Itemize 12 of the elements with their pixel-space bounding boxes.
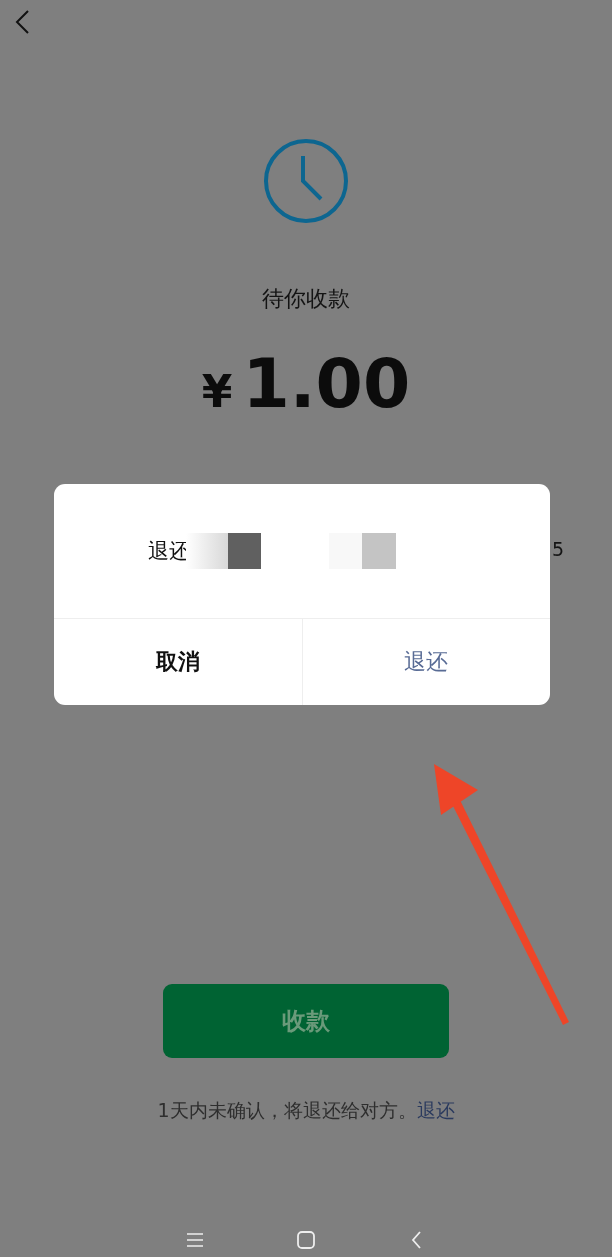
detail-value: 5 (551, 537, 564, 562)
clock-icon (263, 138, 349, 224)
home-icon[interactable] (296, 1230, 316, 1250)
back-icon[interactable] (14, 9, 30, 35)
menu-icon[interactable] (185, 1230, 206, 1250)
footer-note: 1天内未确认，将退还给对方。退还 (157, 1099, 455, 1121)
return-link[interactable]: 退还 (416, 1099, 455, 1121)
confirm-button[interactable]: 退还 (301, 619, 550, 705)
cancel-button[interactable]: 取消 (54, 619, 302, 705)
currency-symbol: ¥ (201, 366, 233, 417)
status-title: 待你收款 (262, 285, 350, 313)
amount-value: 1.00 (242, 344, 411, 424)
